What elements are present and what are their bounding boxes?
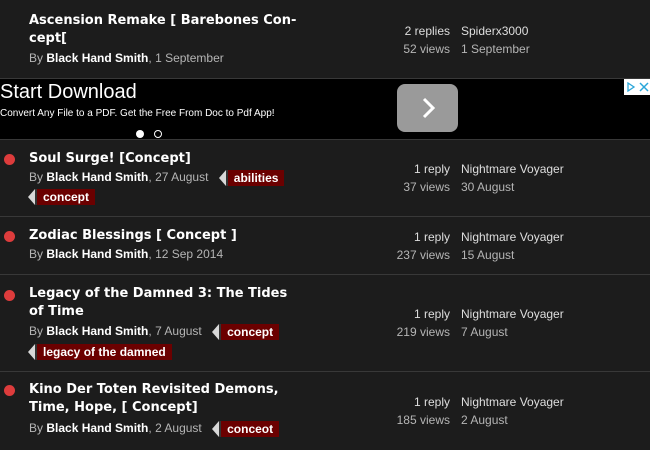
thread-date: 1 September: [155, 51, 224, 65]
last-post: Nightmare Voyager 30 August: [461, 160, 641, 196]
thread-date: 12 Sep 2014: [155, 247, 224, 261]
ad-carousel-dots[interactable]: [136, 125, 172, 138]
replies-count: 1 reply: [413, 230, 450, 244]
thread-row[interactable]: Soul Surge! [Concept] By Black Hand Smit…: [0, 140, 650, 217]
author-link[interactable]: Black Hand Smith: [46, 324, 148, 338]
tag[interactable]: legacy of the damned: [28, 343, 172, 360]
thread-title-link[interactable]: Kino Der Toten Revisited Demons, Time, H…: [29, 381, 299, 417]
thread-date: 7 August: [155, 324, 202, 338]
thread-title-link[interactable]: Ascension Remake [ Barebones Con- cept[: [29, 12, 299, 48]
carousel-dot[interactable]: [154, 130, 162, 138]
author-link[interactable]: Black Hand Smith: [46, 51, 148, 65]
last-post-user[interactable]: Nightmare Voyager: [461, 160, 641, 178]
chevron-right-icon: [422, 97, 435, 119]
thread-title-link[interactable]: Soul Surge! [Concept]: [29, 150, 299, 168]
thread-stats: 1 reply 185 views: [370, 393, 450, 429]
last-post-user[interactable]: Spiderx3000: [461, 22, 641, 40]
by-label: By: [29, 421, 44, 435]
last-post-date[interactable]: 30 August: [461, 178, 641, 196]
ad-choices-badge[interactable]: [624, 79, 650, 95]
last-post-date[interactable]: 2 August: [461, 411, 641, 429]
thread-meta: By Black Hand Smith, 1 September: [29, 51, 224, 65]
tag[interactable]: conceot: [212, 420, 280, 437]
thread-meta: By Black Hand Smith, 2 August conceot: [29, 419, 329, 438]
thread-meta: By Black Hand Smith, 27 August abilities: [29, 168, 329, 187]
thread-row[interactable]: Ascension Remake [ Barebones Con- cept[ …: [0, 0, 650, 79]
by-label: By: [29, 170, 44, 184]
replies-count: 1 reply: [413, 395, 450, 409]
thread-date: 2 August: [155, 421, 202, 435]
unread-indicator-icon: [4, 231, 15, 242]
thread-title-link[interactable]: Legacy of the Damned 3: The Tides of Tim…: [29, 285, 299, 321]
thread-title-link[interactable]: Zodiac Blessings [ Concept ]: [29, 227, 299, 245]
ad-subtitle: Convert Any File to a PDF. Get the Free …: [0, 108, 275, 119]
unread-indicator-icon: [4, 154, 15, 165]
thread-meta: By Black Hand Smith, 7 August concept: [29, 322, 329, 341]
last-post-user[interactable]: Nightmare Voyager: [461, 305, 641, 323]
author-link[interactable]: Black Hand Smith: [46, 421, 148, 435]
carousel-dot-active[interactable]: [136, 130, 144, 138]
replies-count: 1 reply: [413, 307, 450, 321]
thread-row[interactable]: Legacy of the Damned 3: The Tides of Tim…: [0, 275, 650, 372]
by-label: By: [29, 247, 44, 261]
views-count: 37 views: [403, 180, 450, 194]
thread-stats: 1 reply 37 views: [370, 160, 450, 196]
thread-stats: 1 reply 237 views: [370, 228, 450, 264]
last-post: Spiderx3000 1 September: [461, 22, 641, 58]
last-post: Nightmare Voyager 7 August: [461, 305, 641, 341]
last-post: Nightmare Voyager 2 August: [461, 393, 641, 429]
views-count: 237 views: [396, 248, 450, 262]
last-post: Nightmare Voyager 15 August: [461, 228, 641, 264]
unread-indicator-icon: [4, 290, 15, 301]
thread-meta: By Black Hand Smith, 12 Sep 2014: [29, 247, 224, 261]
by-label: By: [29, 51, 44, 65]
views-count: 219 views: [396, 325, 450, 339]
tag[interactable]: concept: [27, 188, 96, 205]
close-icon[interactable]: [638, 82, 649, 92]
ad-info-icon: [626, 82, 635, 92]
replies-count: 1 reply: [413, 162, 450, 176]
thread-row[interactable]: Kino Der Toten Revisited Demons, Time, H…: [0, 372, 650, 450]
unread-indicator-icon: [4, 385, 15, 396]
tag[interactable]: concept: [212, 323, 280, 340]
views-count: 185 views: [396, 413, 450, 427]
last-post-date[interactable]: 15 August: [461, 246, 641, 264]
last-post-user[interactable]: Nightmare Voyager: [461, 393, 641, 411]
ad-headline[interactable]: Start Download: [0, 80, 137, 104]
replies-count: 2 replies: [404, 24, 450, 38]
views-count: 52 views: [403, 42, 450, 56]
by-label: By: [29, 324, 44, 338]
last-post-user[interactable]: Nightmare Voyager: [461, 228, 641, 246]
tag[interactable]: abilities: [218, 169, 285, 186]
last-post-date[interactable]: 7 August: [461, 323, 641, 341]
thread-stats: 1 reply 219 views: [370, 305, 450, 341]
thread-row[interactable]: Zodiac Blessings [ Concept ] By Black Ha…: [0, 217, 650, 275]
tag-line: concept: [27, 187, 96, 206]
ad-banner[interactable]: Start Download Convert Any File to a PDF…: [0, 79, 650, 140]
thread-date: 27 August: [155, 170, 209, 184]
author-link[interactable]: Black Hand Smith: [46, 170, 148, 184]
tag-line: legacy of the damned: [28, 342, 172, 361]
last-post-date[interactable]: 1 September: [461, 40, 641, 58]
author-link[interactable]: Black Hand Smith: [46, 247, 148, 261]
ad-open-button[interactable]: [397, 84, 458, 132]
thread-stats: 2 replies 52 views: [370, 22, 450, 58]
